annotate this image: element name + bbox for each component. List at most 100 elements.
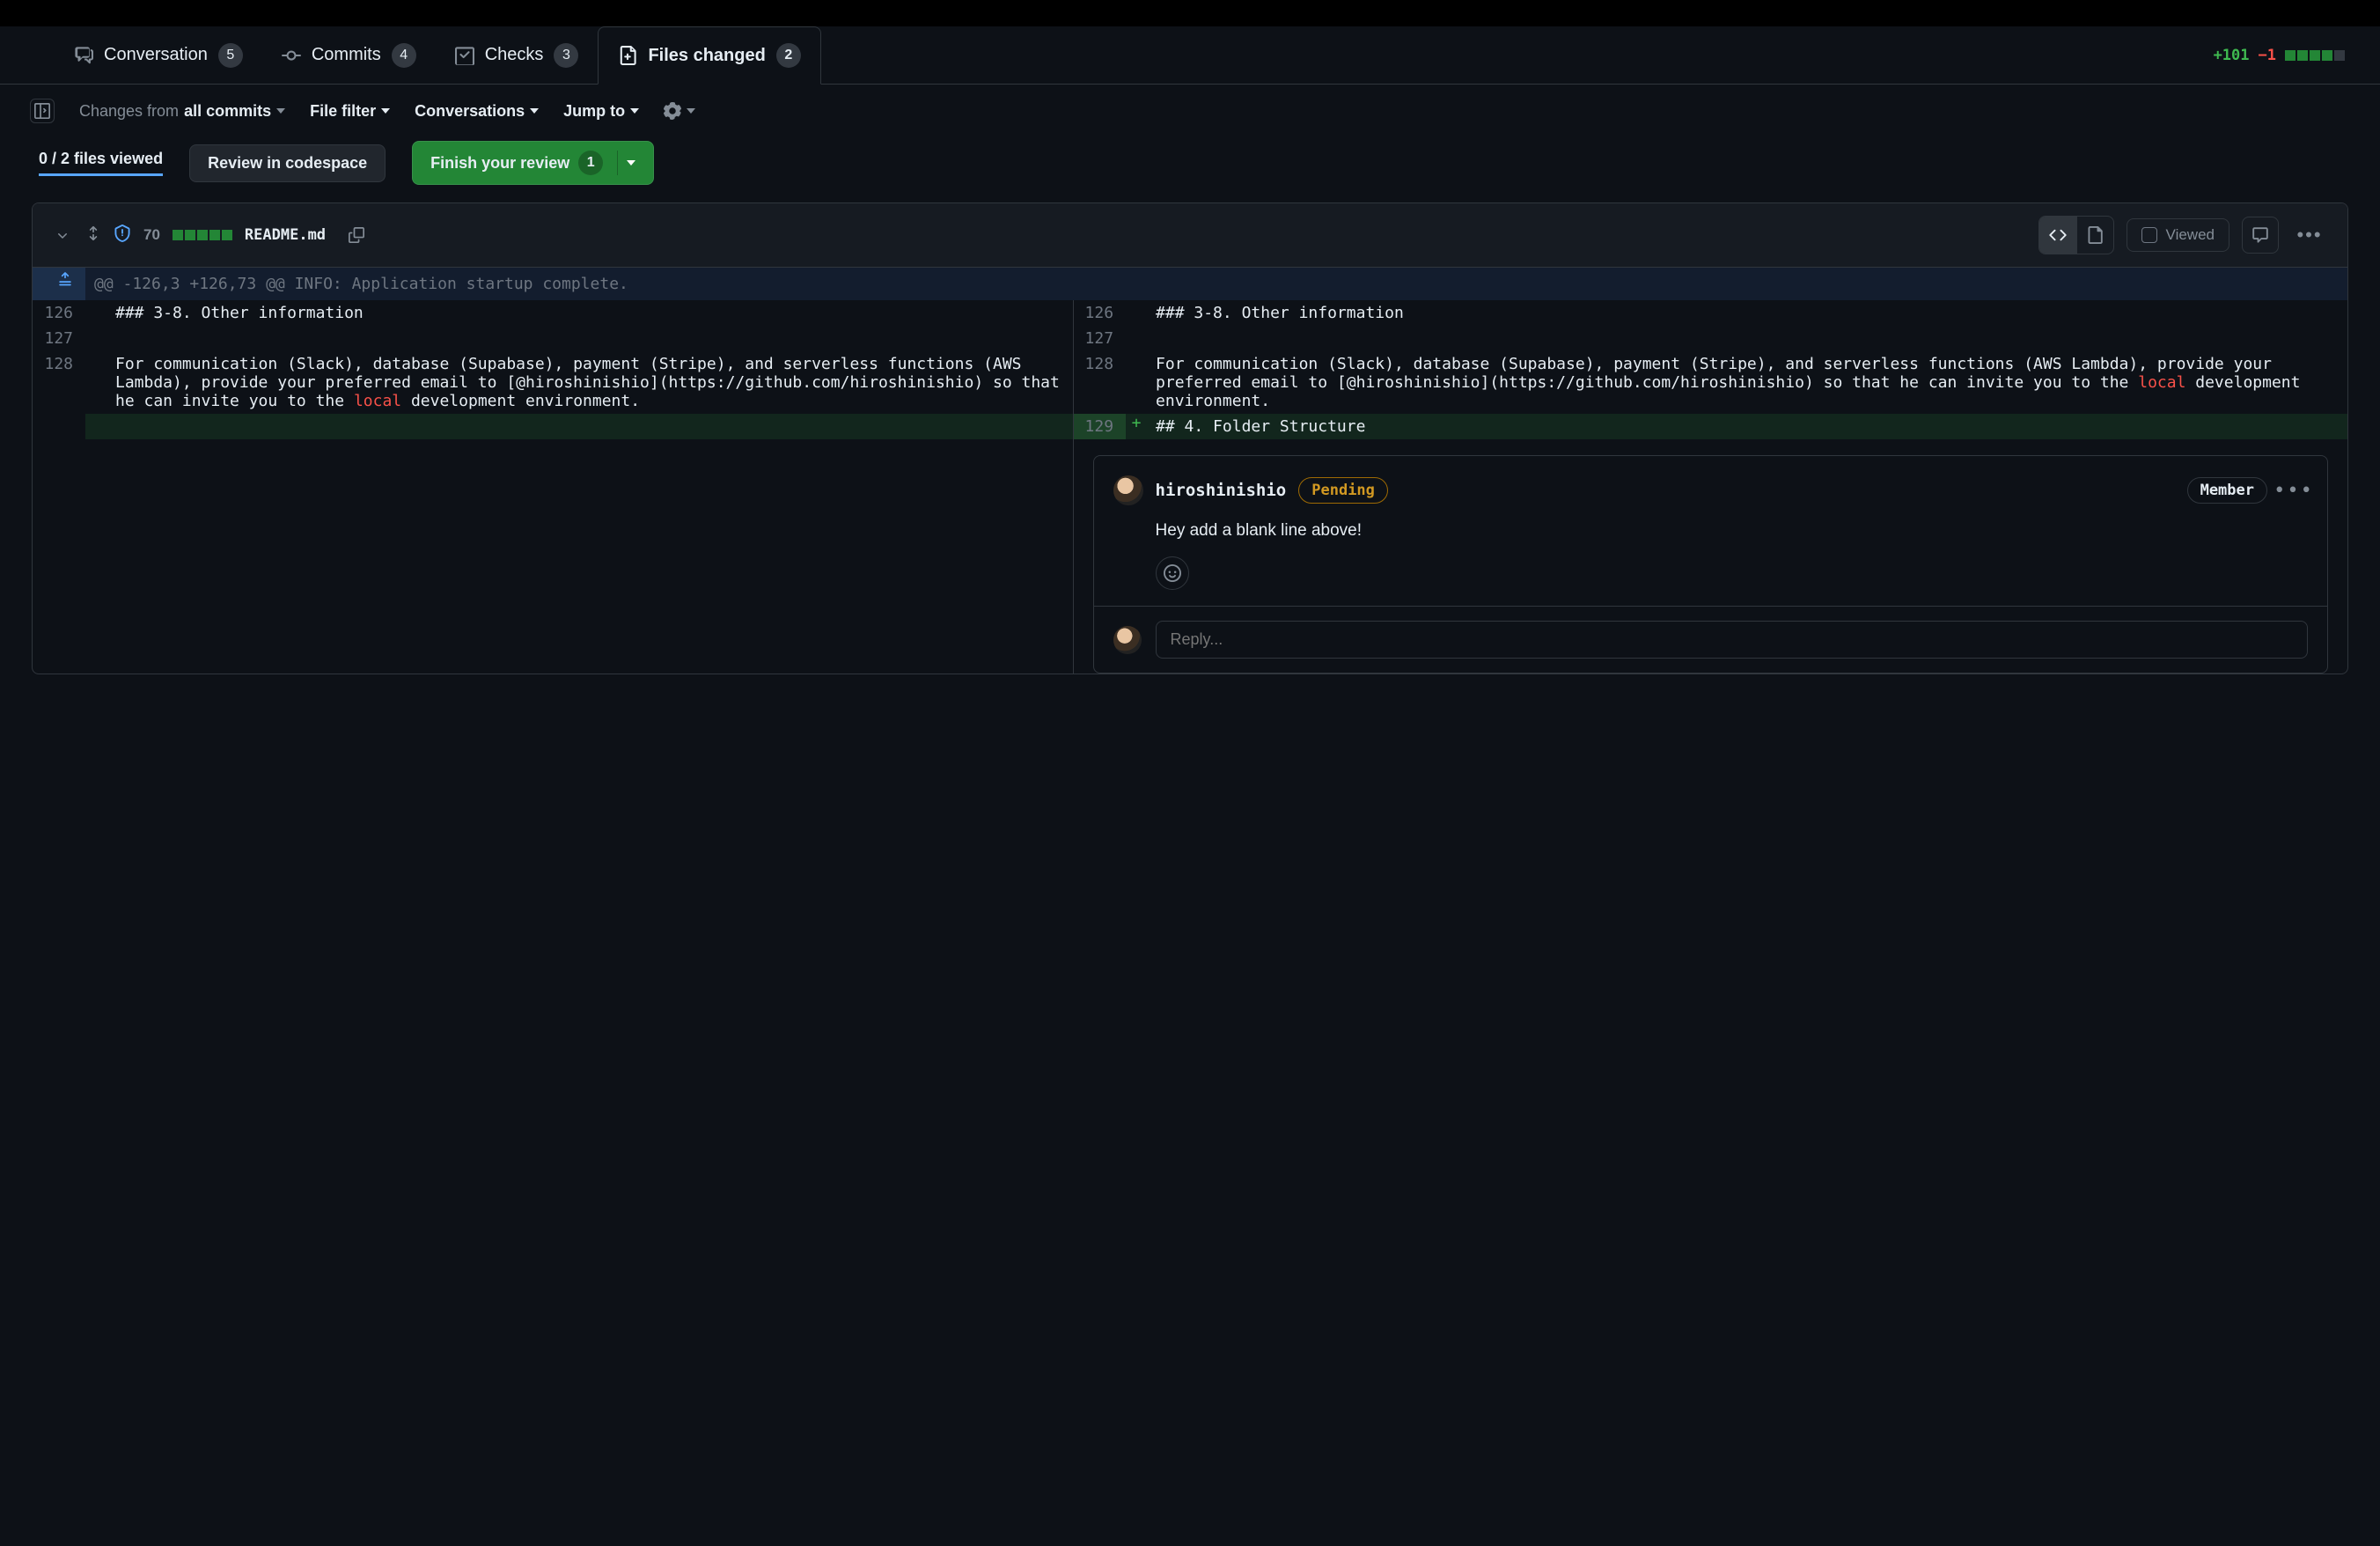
comment-author[interactable]: hiroshinishio (1156, 481, 1287, 500)
files-changed-icon (618, 46, 637, 65)
checks-icon (455, 46, 474, 65)
file-header: 70 README.md Viewed ••• (33, 203, 2347, 268)
changes-from-value: all commits (184, 102, 271, 121)
viewed-label: Viewed (2166, 226, 2215, 244)
rendered-view-button[interactable] (2076, 217, 2113, 254)
kebab-icon: ••• (2273, 480, 2314, 502)
tab-files-changed[interactable]: Files changed 2 (598, 26, 820, 85)
tab-conversation[interactable]: Conversation 5 (55, 26, 262, 85)
file-tree-toggle[interactable] (30, 99, 55, 123)
finish-review-label: Finish your review (430, 154, 569, 173)
chevron-down-icon (630, 108, 639, 114)
diff-row: 126 ### 3-8. Other information 126 ### 3… (33, 300, 2347, 326)
smiley-icon (1164, 564, 1181, 582)
avatar[interactable] (1113, 475, 1143, 505)
pr-diff-stats: +101 −1 (2214, 47, 2345, 64)
chevron-down-icon (627, 160, 635, 166)
collapse-file-toggle[interactable] (52, 225, 73, 246)
diff-row-addition: 129 + ## 4. Folder Structure (33, 414, 2347, 439)
code-cell-right[interactable] (1147, 326, 2347, 351)
diff-row: 128 For communication (Slack), database … (33, 351, 2347, 414)
diff-file: 70 README.md Viewed ••• (32, 202, 2348, 674)
avatar[interactable] (1113, 626, 1142, 654)
owner-shield-icon[interactable] (114, 225, 131, 247)
tab-checks-count: 3 (554, 43, 578, 68)
code-cell-right[interactable]: ### 3-8. Other information (1147, 300, 2347, 326)
file-filter-label: File filter (310, 102, 376, 121)
tab-conversation-count: 5 (218, 43, 243, 68)
finish-review-button[interactable]: Finish your review 1 (412, 141, 654, 185)
reply-input[interactable] (1156, 621, 2308, 659)
tab-commits-label: Commits (312, 45, 381, 65)
chevron-down-icon (687, 108, 695, 114)
expand-hunk-button[interactable] (33, 268, 85, 300)
keyword: local (354, 392, 401, 410)
line-number-right[interactable]: 126 (1073, 300, 1126, 326)
conversations-dropdown[interactable]: Conversations (415, 102, 539, 121)
viewed-checkbox[interactable]: Viewed (2127, 218, 2229, 252)
code-cell-left[interactable] (107, 326, 1073, 351)
code-cell-left[interactable]: ### 3-8. Other information (107, 300, 1073, 326)
line-number-right[interactable]: 129 (1073, 414, 1126, 439)
file-comment-button[interactable] (2242, 217, 2279, 254)
expand-all-icon[interactable] (85, 225, 101, 246)
checkbox-icon (2141, 227, 2157, 243)
line-number-right[interactable]: 127 (1073, 326, 1126, 351)
conversation-icon (74, 46, 93, 65)
file-diffstat-bar (173, 230, 232, 240)
review-toolbar: 0 / 2 files viewed Review in codespace F… (0, 123, 2380, 202)
window-top-gap (0, 0, 2380, 26)
changes-from-prefix: Changes from (79, 102, 179, 121)
tab-conversation-label: Conversation (104, 45, 208, 65)
line-number-right[interactable]: 128 (1073, 351, 1126, 414)
additions-count: +101 (2214, 47, 2250, 64)
unfold-icon (57, 271, 73, 287)
addition-marker: + (1126, 414, 1147, 439)
comment-kebab-menu[interactable]: ••• (2280, 472, 2308, 509)
comment-header: hiroshinishio Pending Member ••• (1094, 456, 2327, 509)
file-name[interactable]: README.md (245, 226, 326, 244)
code-cell-right[interactable]: For communication (Slack), database (Sup… (1147, 351, 2347, 414)
finish-review-count: 1 (578, 151, 603, 175)
chevron-down-icon (276, 108, 285, 114)
tab-commits[interactable]: Commits 4 (262, 26, 436, 85)
tab-files-changed-count: 2 (776, 43, 801, 68)
pending-badge: Pending (1298, 477, 1388, 504)
changes-from-dropdown[interactable]: Changes from all commits (79, 102, 285, 121)
line-number-left[interactable]: 127 (33, 326, 85, 351)
role-badge: Member (2187, 477, 2267, 504)
file-change-count: 70 (143, 226, 160, 244)
deletions-count: −1 (2259, 47, 2276, 64)
diff-view-segmented (2038, 216, 2114, 254)
code-cell-right[interactable]: ## 4. Folder Structure (1147, 414, 2347, 439)
source-view-button[interactable] (2039, 217, 2076, 254)
copy-path-button[interactable] (338, 217, 375, 254)
reply-row (1094, 606, 2327, 673)
review-in-codespace-button[interactable]: Review in codespace (189, 144, 386, 182)
file-kebab-menu[interactable]: ••• (2291, 217, 2328, 254)
tab-checks[interactable]: Checks 3 (436, 26, 599, 85)
line-number-left[interactable]: 126 (33, 300, 85, 326)
chevron-down-icon (530, 108, 539, 114)
add-reaction-button[interactable] (1156, 556, 1189, 590)
code-icon (2049, 226, 2067, 244)
diff-settings-dropdown[interactable] (664, 102, 695, 120)
review-comment-thread: hiroshinishio Pending Member ••• Hey add… (1093, 455, 2328, 674)
line-number-left[interactable]: 128 (33, 351, 85, 414)
conversations-label: Conversations (415, 102, 525, 121)
diff-table: @@ -126,3 +126,73 @@ INFO: Application s… (33, 268, 2347, 674)
file-filter-dropdown[interactable]: File filter (310, 102, 390, 121)
comment-thread-row: hiroshinishio Pending Member ••• Hey add… (33, 439, 2347, 674)
files-viewed-progress[interactable]: 0 / 2 files viewed (39, 150, 163, 176)
gear-icon (664, 102, 681, 120)
tab-commits-count: 4 (392, 43, 416, 68)
comment-body: Hey add a blank line above! (1094, 509, 2327, 556)
hunk-header-text: @@ -126,3 +126,73 @@ INFO: Application s… (85, 268, 2347, 300)
jump-to-dropdown[interactable]: Jump to (563, 102, 639, 121)
hunk-header-row: @@ -126,3 +126,73 @@ INFO: Application s… (33, 268, 2347, 300)
tab-checks-label: Checks (485, 45, 544, 65)
file-icon (2086, 226, 2104, 244)
code-cell-left[interactable]: For communication (Slack), database (Sup… (107, 351, 1073, 414)
pr-tabs: Conversation 5 Commits 4 Checks 3 Files … (0, 26, 2380, 85)
diffstat-bar (2285, 50, 2345, 61)
